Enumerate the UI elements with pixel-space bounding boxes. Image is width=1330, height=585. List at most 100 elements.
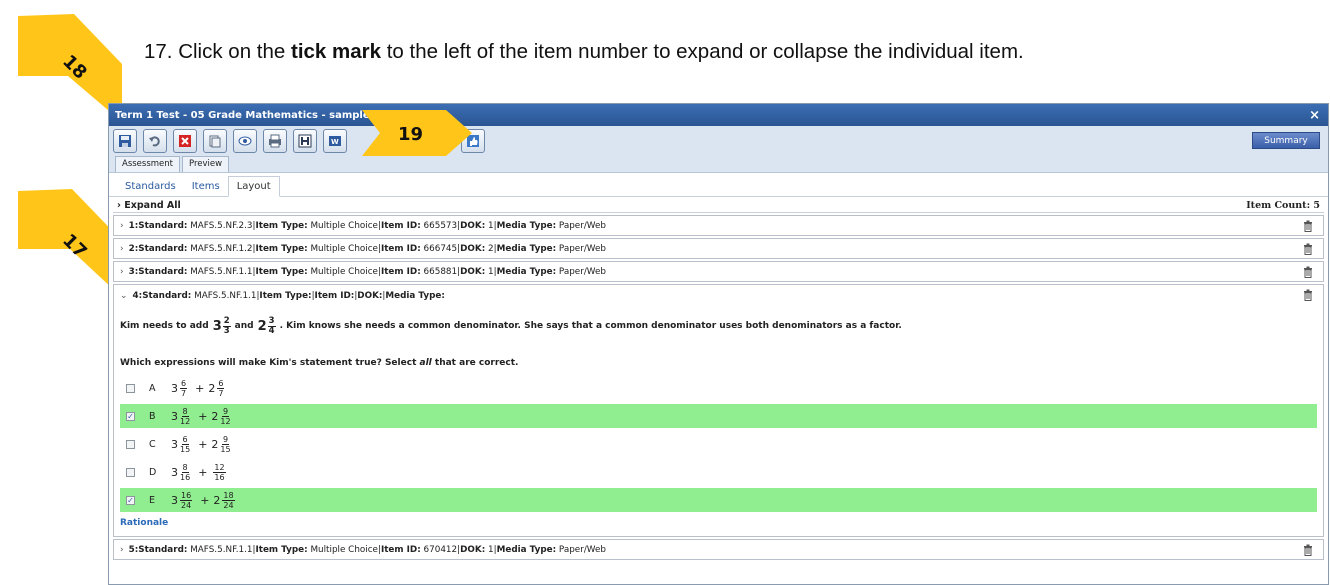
denominator-1: 7 — [181, 388, 187, 398]
tab-items[interactable]: Items — [184, 177, 228, 196]
h-icon[interactable] — [293, 129, 317, 153]
whole-2: 2 — [211, 409, 219, 423]
item-row[interactable]: › 5 : Standard: MAFS.5.NF.1.1 | Item Typ… — [113, 539, 1324, 560]
word-icon[interactable]: W — [323, 129, 347, 153]
tab-standards[interactable]: Standards — [117, 177, 184, 196]
media-type-label: Media Type: — [496, 266, 557, 277]
close-icon[interactable]: × — [1309, 108, 1320, 123]
item-row[interactable]: › 2 : Standard: MAFS.5.NF.1.2 | Item Typ… — [113, 238, 1324, 259]
item-id-label: Item ID: — [380, 266, 421, 277]
chevron-down-icon[interactable]: ⌄ — [120, 291, 128, 301]
denominator-2: 16 — [214, 472, 225, 482]
title-bar: Term 1 Test - 05 Grade Mathematics - sam… — [109, 104, 1328, 126]
dok-label: DOK: — [460, 243, 486, 254]
trash-icon[interactable] — [1303, 289, 1313, 301]
plus-sign: + — [195, 381, 205, 395]
media-type-value: Paper/Web — [558, 220, 606, 231]
item-id-label: Item ID: — [380, 220, 421, 231]
instruction-prefix: 17. Click on the — [144, 40, 291, 63]
choice-expression: 3 8 12 +2 9 12 — [171, 407, 235, 426]
check-icon: ✓ — [127, 411, 134, 421]
item-type-label: Item Type: — [255, 266, 308, 277]
answer-checkbox[interactable]: ✓ — [126, 495, 135, 505]
chevron-right-icon[interactable]: › — [120, 221, 124, 231]
item-type-value: Multiple Choice — [310, 544, 378, 555]
tab-preview[interactable]: Preview — [182, 156, 230, 172]
denominator-2: 15 — [220, 444, 231, 454]
numerator-1: 6 — [181, 434, 189, 445]
chevron-right-icon[interactable]: › — [120, 545, 124, 555]
answer-choice[interactable]: A 3 6 7 +2 6 7 — [120, 376, 1317, 400]
mixed2-whole: 2 — [257, 318, 267, 334]
item-type-value: Multiple Choice — [310, 243, 378, 254]
item-type-value: Multiple Choice — [310, 220, 378, 231]
item-id-value: 665881 — [423, 266, 458, 277]
preview-icon[interactable] — [233, 129, 257, 153]
item-id-value: 666745 — [423, 243, 458, 254]
item-id-label: Item ID: — [380, 243, 421, 254]
print-icon[interactable] — [263, 129, 287, 153]
standard-value: MAFS.5.NF.2.3 — [190, 220, 253, 231]
answer-checkbox[interactable] — [126, 467, 135, 477]
standard-value: MAFS.5.NF.1.1 — [190, 544, 253, 555]
tab-assessment[interactable]: Assessment — [115, 156, 180, 172]
dok-label: DOK: — [460, 266, 486, 277]
callout-arrow-19: 19 — [362, 108, 474, 158]
choice-letter: B — [149, 410, 156, 422]
copy-icon[interactable] — [203, 129, 227, 153]
trash-icon[interactable] — [1303, 243, 1313, 255]
item-count: Item Count: 5 — [1246, 200, 1320, 211]
answer-choice[interactable]: D 3 8 16 +12 16 — [120, 460, 1317, 484]
fraction-1: 16 24 — [180, 491, 193, 510]
mixed2-den: 4 — [268, 325, 275, 336]
standard-label: Standard: — [142, 290, 192, 301]
answer-choice[interactable]: ✓ E 3 16 24 +2 18 24 — [120, 488, 1317, 512]
item-row[interactable]: › 1 : Standard: MAFS.5.NF.2.3 | Item Typ… — [113, 215, 1324, 236]
numerator-1: 8 — [181, 406, 189, 417]
item-id-value: 665573 — [423, 220, 458, 231]
rationale-link[interactable]: Rationale — [120, 518, 1317, 532]
item-row[interactable]: › 3 : Standard: MAFS.5.NF.1.1 | Item Typ… — [113, 261, 1324, 282]
media-type-label: Media Type: — [496, 220, 557, 231]
sub-tabs: Standards Items Layout — [109, 173, 1328, 197]
fraction-1: 8 16 — [180, 463, 190, 482]
denominator-2: 7 — [218, 388, 224, 398]
item-id-label: Item ID: — [314, 290, 355, 301]
fraction-1: 6 15 — [180, 435, 190, 454]
answer-checkbox[interactable] — [126, 439, 135, 449]
mixed-number-1: 3 23 — [213, 316, 231, 336]
trash-icon[interactable] — [1303, 544, 1313, 556]
choice-letter: A — [149, 382, 156, 394]
answer-choice[interactable]: C 3 6 15 +2 9 15 — [120, 432, 1317, 456]
standard-value: MAFS.5.NF.1.1 — [190, 266, 253, 277]
save-icon[interactable] — [113, 129, 137, 153]
answer-checkbox[interactable] — [126, 383, 135, 393]
undo-icon[interactable] — [143, 129, 167, 153]
item-header[interactable]: ⌄ 4 : Standard: MAFS.5.NF.1.1 | Item Typ… — [120, 285, 1317, 306]
trash-icon[interactable] — [1303, 266, 1313, 278]
expand-all-toggle[interactable]: › Expand All — [117, 200, 181, 211]
standard-label: Standard: — [138, 266, 188, 277]
denominator-1: 15 — [180, 444, 191, 454]
instruction-text: 17. Click on the tick mark to the left o… — [144, 40, 1024, 64]
item-type-label: Item Type: — [255, 243, 308, 254]
chevron-right-icon[interactable]: › — [120, 267, 124, 277]
standard-label: Standard: — [138, 220, 188, 231]
denominator-1: 16 — [180, 472, 191, 482]
tab-layout[interactable]: Layout — [227, 176, 280, 197]
answer-choice[interactable]: ✓ B 3 8 12 +2 9 12 — [120, 404, 1317, 428]
plus-sign: + — [200, 493, 210, 507]
trash-icon[interactable] — [1303, 220, 1313, 232]
mixed1-fraction: 23 — [222, 316, 231, 336]
numerator-2: 12 — [213, 462, 226, 473]
layout-content: › Expand All Item Count: 5 › 1 : Standar… — [109, 197, 1328, 560]
media-type-value: Paper/Web — [558, 544, 606, 555]
chevron-right-icon[interactable]: › — [120, 244, 124, 254]
summary-button[interactable]: Summary — [1252, 132, 1320, 149]
numerator-1: 6 — [180, 378, 188, 389]
answer-checkbox[interactable]: ✓ — [126, 411, 135, 421]
whole-1: 3 — [171, 465, 178, 479]
delete-icon[interactable] — [173, 129, 197, 153]
whole-2: 2 — [208, 381, 216, 395]
choice-letter: C — [149, 438, 156, 450]
